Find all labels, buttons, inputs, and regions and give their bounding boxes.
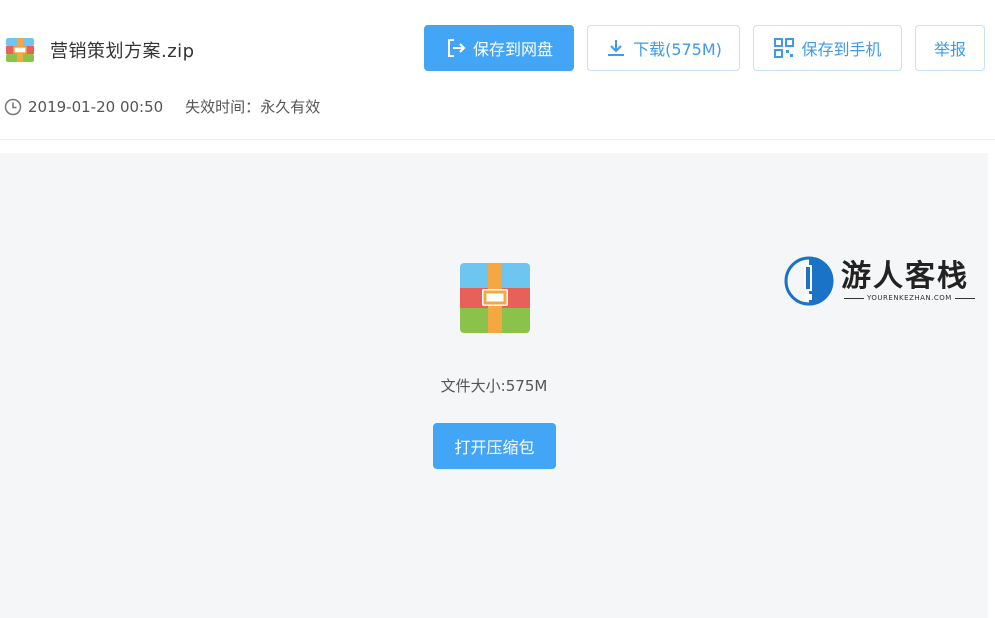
watermark-subtitle-row: YOURENKEZHAN.COM bbox=[841, 294, 978, 302]
open-archive-label: 打开压缩包 bbox=[454, 438, 535, 457]
save-to-disk-label: 保存到网盘 bbox=[472, 40, 553, 59]
file-title-row: 营销策划方案.zip bbox=[6, 36, 195, 64]
zip-archive-icon bbox=[460, 263, 530, 333]
file-size-text: 文件大小:575M bbox=[440, 377, 548, 395]
watermark: 游人客栈 YOURENKEZHAN.COM bbox=[783, 251, 975, 311]
watermark-divider-left bbox=[844, 297, 864, 299]
save-to-disk-icon bbox=[447, 39, 466, 57]
open-archive-button[interactable]: 打开压缩包 bbox=[433, 423, 556, 469]
clock-icon bbox=[4, 98, 22, 116]
download-icon bbox=[608, 40, 625, 56]
file-name: 营销策划方案.zip bbox=[50, 41, 195, 62]
watermark-subtitle: YOURENKEZHAN.COM bbox=[867, 294, 952, 302]
watermark-text: 游人客栈 YOURENKEZHAN.COM bbox=[841, 260, 978, 302]
save-to-phone-label: 保存到手机 bbox=[801, 40, 882, 59]
watermark-divider-right bbox=[954, 297, 975, 299]
watermark-title: 游人客栈 bbox=[841, 259, 969, 294]
file-header: 营销策划方案.zip 2019-01-20 00:50 失效时间： 永久有效 保… bbox=[0, 0, 995, 140]
expiry-label: 失效时间： bbox=[185, 98, 261, 116]
report-button[interactable]: 举报 bbox=[915, 25, 985, 71]
zip-file-icon bbox=[6, 36, 34, 64]
file-preview-area: 文件大小:575M 打开压缩包 游人客栈 YOURENKEZHAN.COM bbox=[0, 153, 988, 618]
download-label: 下载(575M) bbox=[633, 40, 722, 59]
save-to-disk-button[interactable]: 保存到网盘 bbox=[424, 25, 574, 71]
action-toolbar: 保存到网盘 下载(575M) 保存到手机 举报 bbox=[424, 25, 985, 71]
watermark-logo-icon bbox=[783, 255, 835, 307]
file-meta-row: 2019-01-20 00:50 失效时间： 永久有效 bbox=[4, 96, 320, 117]
expiry-value: 永久有效 bbox=[260, 98, 321, 116]
upload-date: 2019-01-20 00:50 bbox=[28, 97, 164, 116]
qr-code-icon bbox=[774, 38, 795, 58]
report-label: 举报 bbox=[933, 40, 966, 59]
save-to-phone-button[interactable]: 保存到手机 bbox=[753, 25, 902, 71]
download-button[interactable]: 下载(575M) bbox=[587, 25, 740, 71]
